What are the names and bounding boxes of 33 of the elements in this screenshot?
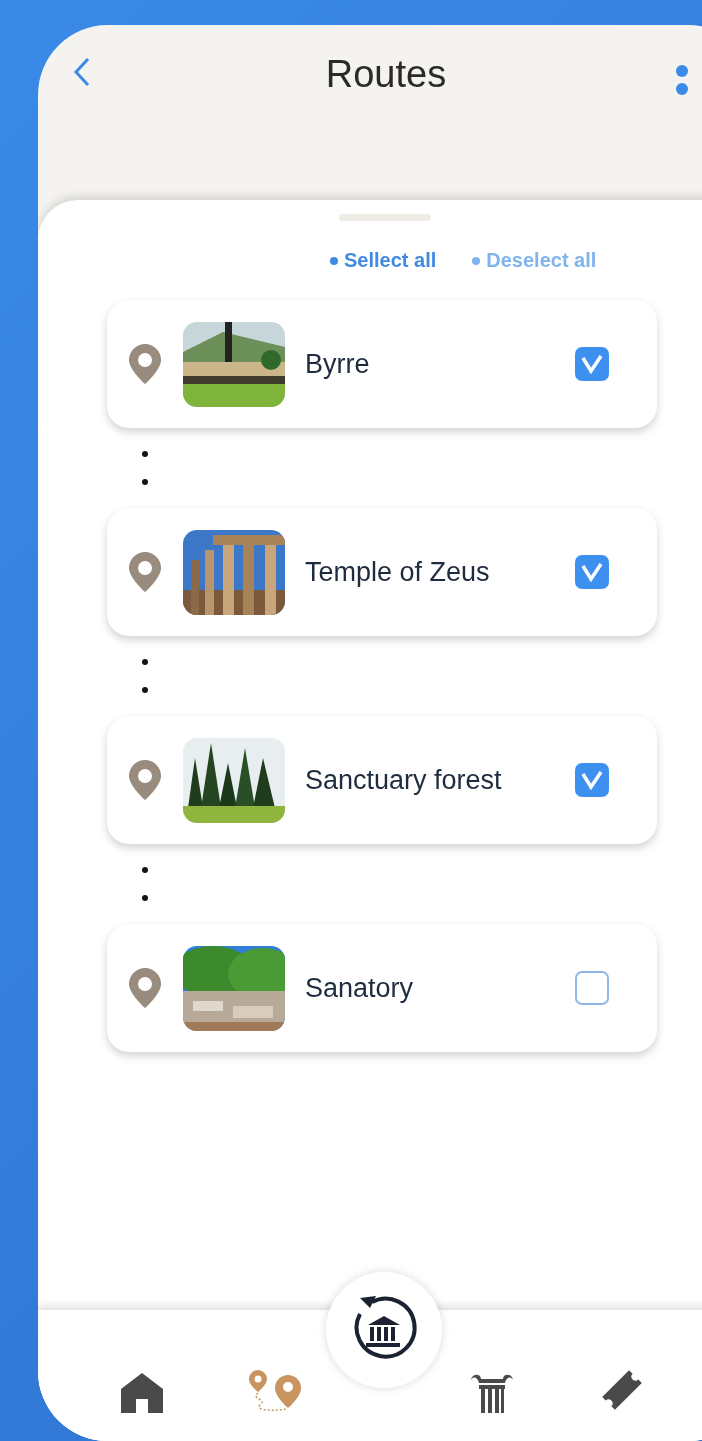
stop-checkbox[interactable]: [575, 347, 609, 381]
stop-name: Temple of Zeus: [305, 556, 491, 588]
route-dot: [142, 658, 148, 665]
route-dot: [142, 895, 148, 902]
map-pin-icon: [127, 758, 163, 802]
route-dot: [142, 687, 148, 694]
select-all-link[interactable]: Sellect all: [330, 249, 437, 272]
stop-card[interactable]: Temple of Zeus: [107, 508, 657, 636]
map-pin-icon: [127, 550, 163, 594]
more-menu-button[interactable]: [676, 65, 688, 95]
stop-checkbox[interactable]: [575, 555, 609, 589]
route-dot: [142, 450, 148, 457]
stop-card[interactable]: Sanctuary forest: [107, 716, 657, 844]
home-tab[interactable]: [119, 1371, 165, 1413]
stop-checkbox[interactable]: [575, 971, 609, 1005]
check-icon: [580, 562, 604, 582]
stop-name: Sanatory: [305, 972, 415, 1004]
center-button[interactable]: [326, 1272, 442, 1388]
check-icon: [580, 770, 604, 790]
stop-name: Sanctuary forest: [305, 764, 503, 796]
stop-name: Byrre: [305, 348, 371, 380]
check-icon: [580, 354, 604, 374]
stop-checkbox[interactable]: [575, 763, 609, 797]
map-pin-icon: [127, 342, 163, 386]
back-button[interactable]: [72, 55, 92, 89]
stop-card[interactable]: Byrre: [107, 300, 657, 428]
page-title: Routes: [324, 53, 448, 96]
map-pin-icon: [127, 966, 163, 1010]
drag-handle[interactable]: [339, 214, 431, 221]
route-dot: [142, 479, 148, 486]
route-dot: [142, 866, 148, 873]
stop-card[interactable]: Sanatory: [107, 924, 657, 1052]
home-icon: [119, 1371, 165, 1413]
